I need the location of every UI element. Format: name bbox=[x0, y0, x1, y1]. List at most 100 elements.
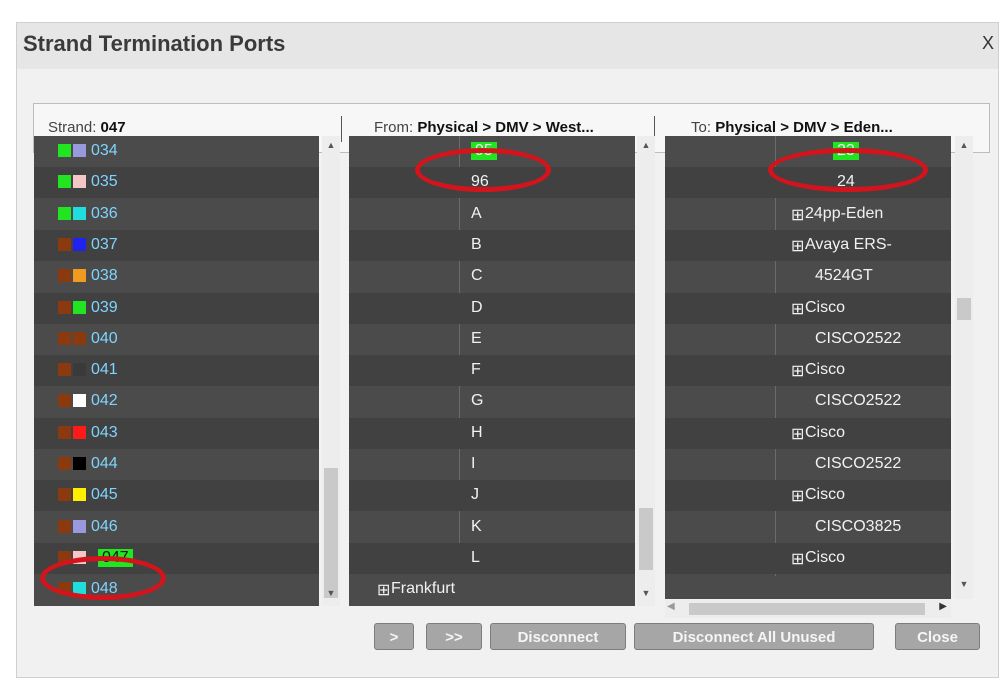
strand-row[interactable]: 046 bbox=[34, 512, 319, 543]
strand-label: 043 bbox=[91, 423, 118, 441]
scrollbar-thumb[interactable] bbox=[324, 468, 338, 598]
port-row[interactable]: L bbox=[349, 542, 635, 574]
disconnect-button[interactable]: Disconnect bbox=[490, 623, 626, 650]
strand-label: 046 bbox=[91, 517, 118, 535]
port-label: F bbox=[471, 361, 481, 379]
scroll-up-icon[interactable]: ▲ bbox=[637, 140, 655, 150]
strand-color-swatch bbox=[73, 300, 86, 314]
strand-row[interactable]: 036 bbox=[34, 199, 319, 230]
port-row[interactable]: CISCO3825 bbox=[665, 512, 951, 543]
strand-row[interactable]: 042 bbox=[34, 386, 319, 417]
port-row[interactable]: D bbox=[349, 292, 635, 324]
strand-row[interactable]: 044 bbox=[34, 449, 319, 480]
scroll-down-icon[interactable]: ▼ bbox=[637, 588, 655, 598]
port-row[interactable]: J bbox=[349, 480, 635, 512]
port-row[interactable]: ⊞ 24pp-Eden bbox=[665, 199, 951, 230]
port-row[interactable]: CISCO2522 bbox=[665, 386, 951, 417]
to-list-hscrollbar[interactable]: ◀ ▶ bbox=[665, 600, 951, 618]
strand-color-swatch bbox=[58, 331, 71, 345]
strand-label: 044 bbox=[91, 455, 118, 472]
connect-button[interactable]: > bbox=[374, 623, 414, 650]
strand-label: 041 bbox=[91, 361, 118, 379]
port-row[interactable]: 4524GT bbox=[665, 261, 951, 292]
expand-icon[interactable]: ⊞ bbox=[791, 486, 804, 506]
expand-icon[interactable]: ⊞ bbox=[377, 580, 390, 600]
expand-icon[interactable]: ⊞ bbox=[791, 205, 804, 225]
port-row[interactable]: B bbox=[349, 229, 635, 261]
strand-row[interactable]: 039 bbox=[34, 292, 319, 324]
port-row[interactable]: H bbox=[349, 417, 635, 449]
expand-icon[interactable]: ⊞ bbox=[791, 549, 804, 569]
port-label: L bbox=[471, 548, 480, 566]
strand-label: 035 bbox=[91, 173, 118, 191]
port-row[interactable]: G bbox=[349, 386, 635, 417]
scroll-down-icon[interactable]: ▼ bbox=[322, 588, 340, 598]
port-row[interactable]: F bbox=[349, 355, 635, 387]
port-row[interactable]: E bbox=[349, 324, 635, 355]
strand-header-value: 047 bbox=[100, 119, 126, 136]
port-row[interactable]: A bbox=[349, 199, 635, 230]
to-header-label: To: bbox=[691, 119, 712, 136]
strand-row[interactable]: 045 bbox=[34, 480, 319, 512]
strand-row[interactable]: 035 bbox=[34, 167, 319, 199]
close-icon[interactable]: X bbox=[982, 33, 994, 54]
port-label: CISCO3825 bbox=[815, 517, 902, 535]
port-label: G bbox=[471, 392, 484, 410]
port-label: B bbox=[471, 235, 482, 253]
port-label: Cisco bbox=[805, 361, 846, 379]
port-row[interactable]: ⊞ Cisco bbox=[665, 480, 951, 512]
strand-label: 045 bbox=[91, 486, 118, 504]
expand-icon[interactable]: ⊞ bbox=[791, 299, 804, 319]
port-row[interactable]: ⊞ Avaya ERS- bbox=[665, 229, 951, 261]
scrollbar-thumb[interactable] bbox=[689, 603, 925, 615]
strand-header-label: Strand: bbox=[48, 119, 97, 136]
port-row[interactable]: CISCO2522 bbox=[665, 324, 951, 355]
scroll-right-icon[interactable]: ▶ bbox=[939, 601, 947, 612]
scroll-up-icon[interactable]: ▲ bbox=[955, 140, 973, 150]
strand-row[interactable]: 038 bbox=[34, 261, 319, 292]
close-button[interactable]: Close bbox=[895, 623, 980, 650]
port-row[interactable]: K bbox=[349, 512, 635, 543]
to-port-list: 23 24 ⊞ 24pp-Eden ⊞ Avaya ERS- 4524GT ⊞ Cisco CIS… bbox=[665, 136, 951, 599]
scrollbar-thumb[interactable] bbox=[957, 298, 971, 320]
port-row[interactable]: ⊞ Cisco bbox=[665, 355, 951, 387]
from-list-scrollbar[interactable]: ▲ ▼ bbox=[637, 136, 655, 606]
port-label: Cisco bbox=[805, 298, 846, 316]
disconnect-all-unused-button[interactable]: Disconnect All Unused bbox=[634, 623, 874, 650]
port-row[interactable]: ⊞ Cisco bbox=[665, 292, 951, 324]
strand-color-swatch bbox=[73, 331, 86, 345]
port-row[interactable]: C bbox=[349, 261, 635, 292]
strand-row[interactable]: 043 bbox=[34, 417, 319, 449]
folder-label: Frankfurt bbox=[391, 580, 456, 598]
to-list-scrollbar[interactable]: ▲ ▼ bbox=[955, 136, 973, 599]
strand-row[interactable]: 041 bbox=[34, 355, 319, 387]
port-label: C bbox=[471, 267, 483, 285]
port-row[interactable]: ⊞ Cisco bbox=[665, 417, 951, 449]
scroll-up-icon[interactable]: ▲ bbox=[322, 140, 340, 150]
strand-row[interactable]: 034 bbox=[34, 136, 319, 167]
scrollbar-thumb[interactable] bbox=[639, 508, 653, 570]
strand-row[interactable]: 040 bbox=[34, 324, 319, 355]
folder-row[interactable]: ⊞ Frankfurt bbox=[349, 574, 635, 605]
expand-icon[interactable]: ⊞ bbox=[791, 424, 804, 444]
port-label: 24pp-Eden bbox=[805, 204, 884, 222]
port-row[interactable]: I bbox=[349, 449, 635, 480]
connect-all-button[interactable]: >> bbox=[426, 623, 482, 650]
strand-color-swatch bbox=[58, 144, 71, 157]
strand-row[interactable]: 037 bbox=[34, 229, 319, 261]
port-row[interactable]: ⊞ Cisco bbox=[665, 542, 951, 574]
dialog-titlebar: Strand Termination Ports X bbox=[17, 23, 998, 69]
scroll-left-icon[interactable]: ◀ bbox=[667, 601, 675, 612]
to-header-value: Physical > DMV > Eden... bbox=[715, 119, 893, 136]
expand-icon[interactable]: ⊞ bbox=[791, 361, 804, 381]
port-label: CISCO2522 bbox=[815, 329, 902, 347]
strand-color-swatch bbox=[58, 363, 71, 377]
strand-color-swatch bbox=[58, 519, 71, 533]
port-label: D bbox=[471, 298, 483, 316]
port-row[interactable]: CISCO2522 bbox=[665, 449, 951, 480]
port-label: CISCO2522 bbox=[815, 455, 902, 472]
expand-icon[interactable]: ⊞ bbox=[791, 236, 804, 256]
strand-list-scrollbar[interactable]: ▲ ▼ bbox=[322, 136, 340, 606]
strand-color-swatch bbox=[58, 300, 71, 314]
scroll-down-icon[interactable]: ▼ bbox=[955, 579, 973, 589]
